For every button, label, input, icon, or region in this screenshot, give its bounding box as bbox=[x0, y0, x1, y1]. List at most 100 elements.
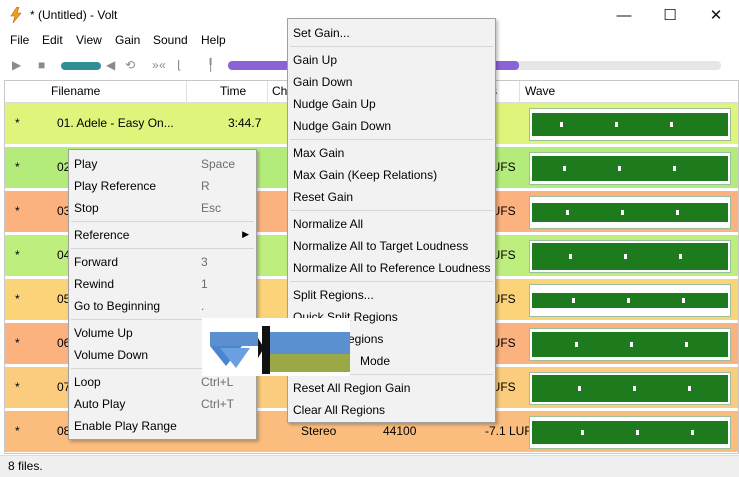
playback-menu-item-play-reference[interactable]: Play Reference R bbox=[69, 175, 256, 197]
playback-menu-item-auto-play[interactable]: Auto Play Ctrl+T bbox=[69, 393, 256, 415]
waveform-quiet-gap bbox=[618, 166, 621, 171]
gain-menu-item-nudge-gain-up[interactable]: Nudge Gain Up bbox=[288, 93, 495, 115]
playback-menu-item-forward[interactable]: Forward 3 bbox=[69, 251, 256, 273]
row-modified-mark: * bbox=[15, 336, 20, 350]
gain-menu-item-normalize-all-to-reference-loudness[interactable]: Normalize All to Reference Loudness bbox=[288, 257, 495, 279]
row-modified-mark: * bbox=[15, 116, 20, 130]
row-waveform[interactable] bbox=[529, 152, 731, 185]
row-waveform[interactable] bbox=[529, 196, 731, 229]
minimize-icon: — bbox=[616, 6, 632, 24]
row-filename: 01. Adele - Easy On... bbox=[57, 116, 174, 130]
row-waveform[interactable] bbox=[529, 108, 731, 141]
menu-item-label: Loop bbox=[74, 375, 101, 389]
row-sample-rate: 44100 bbox=[383, 424, 417, 438]
playback-menu-item-enable-play-range[interactable]: Enable Play Range bbox=[69, 415, 256, 437]
maximize-button[interactable]: ☐ bbox=[647, 0, 693, 30]
playback-menu-item-go-to-beginning[interactable]: Go to Beginning. bbox=[69, 295, 256, 317]
playback-menu-item-rewind[interactable]: Rewind 1 bbox=[69, 273, 256, 295]
column-header-filename[interactable]: Filename bbox=[51, 84, 100, 98]
menu-item-label: Stop bbox=[74, 201, 99, 215]
menu-item-label: Max Gain bbox=[293, 146, 345, 160]
row-waveform[interactable] bbox=[529, 416, 731, 449]
menu-file[interactable]: File bbox=[10, 33, 29, 47]
menu-item-label: Clear All Regions bbox=[293, 403, 386, 417]
gain-menu-item-normalize-all-to-target-loudness[interactable]: Normalize All to Target Loudness bbox=[288, 235, 495, 257]
waveform-quiet-gap bbox=[572, 298, 575, 303]
column-divider bbox=[267, 81, 268, 102]
column-header-wave[interactable]: Wave bbox=[525, 84, 555, 98]
menu-view[interactable]: View bbox=[76, 33, 102, 47]
waveform-quiet-gap bbox=[676, 210, 679, 215]
marker-icon[interactable]: ╿ bbox=[207, 58, 214, 72]
close-button[interactable]: ✕ bbox=[693, 0, 739, 30]
gain-menu-item-normalize-all[interactable]: Normalize All bbox=[288, 213, 495, 235]
menu-sound[interactable]: Sound bbox=[153, 33, 188, 47]
waveform-envelope bbox=[532, 293, 728, 308]
play-icon[interactable]: ▶ bbox=[12, 58, 21, 72]
menu-help[interactable]: Help bbox=[201, 33, 226, 47]
waveform-envelope bbox=[532, 421, 728, 444]
gain-menu-item-reset-all-region-gain[interactable]: Reset All Region Gain bbox=[288, 377, 495, 399]
row-waveform[interactable] bbox=[529, 240, 731, 273]
volt-app-icon bbox=[10, 7, 22, 23]
playback-context-menu: Play Space Play Reference R Stop Esc Reference… bbox=[68, 149, 257, 440]
stop-icon[interactable]: ■ bbox=[38, 58, 45, 72]
gain-menu-item-reset-gain[interactable]: Reset Gain bbox=[288, 186, 495, 208]
row-modified-mark: * bbox=[15, 292, 20, 306]
row-modified-mark: * bbox=[15, 424, 20, 438]
waveform-quiet-gap bbox=[566, 210, 569, 215]
waveform-envelope bbox=[532, 156, 728, 181]
waveform-quiet-gap bbox=[633, 386, 636, 391]
gain-menu-item-gain-down[interactable]: Gain Down bbox=[288, 71, 495, 93]
gain-menu-item-max-gain-keep-relations-[interactable]: Max Gain (Keep Relations) bbox=[288, 164, 495, 186]
status-text: 8 files. bbox=[8, 459, 43, 473]
gain-menu-item-max-gain[interactable]: Max Gain bbox=[288, 142, 495, 164]
waveform-quiet-gap bbox=[563, 166, 566, 171]
playback-menu-item-play[interactable]: Play Space bbox=[69, 153, 256, 175]
row-waveform[interactable] bbox=[529, 284, 731, 317]
playback-menu-item-stop[interactable]: Stop Esc bbox=[69, 197, 256, 219]
menu-separator bbox=[290, 281, 493, 282]
menu-item-shortcut: 3 bbox=[201, 255, 208, 269]
gain-menu-item-clear-all-regions[interactable]: Clear All Regions bbox=[288, 399, 495, 421]
waveform-envelope bbox=[532, 203, 728, 222]
menu-item-shortcut: Ctrl+T bbox=[201, 397, 234, 411]
maximize-icon: ☐ bbox=[663, 7, 677, 24]
status-bar bbox=[0, 455, 739, 477]
menu-item-label: Forward bbox=[74, 255, 119, 269]
playback-menu-item-reference[interactable]: Reference ▶ bbox=[69, 224, 256, 246]
menu-separator bbox=[290, 139, 493, 140]
loop-icon[interactable]: ⟲ bbox=[125, 58, 135, 72]
row-waveform[interactable] bbox=[529, 328, 731, 361]
volume-slider[interactable] bbox=[61, 62, 101, 70]
menu-gain[interactable]: Gain bbox=[115, 33, 140, 47]
window-title: * (Untitled) - Volt bbox=[30, 8, 118, 22]
gain-menu-item-set-gain-[interactable]: Set Gain... bbox=[288, 22, 495, 44]
volume-icon[interactable]: ◀ bbox=[106, 58, 115, 72]
drag-preview-image bbox=[202, 318, 350, 376]
menu-item-label: Reference bbox=[74, 228, 130, 242]
forward-icon[interactable]: » bbox=[152, 58, 159, 72]
menu-separator bbox=[290, 210, 493, 211]
waveform-quiet-gap bbox=[630, 342, 633, 347]
minimize-button[interactable]: — bbox=[601, 0, 647, 30]
menu-item-label: Play Reference bbox=[74, 179, 157, 193]
menu-edit[interactable]: Edit bbox=[42, 33, 63, 47]
menu-item-label: Gain Up bbox=[293, 53, 338, 67]
gain-menu-item-split-regions-[interactable]: Split Regions... bbox=[288, 284, 495, 306]
beginning-icon[interactable]: ⌊ bbox=[177, 58, 182, 72]
waveform-quiet-gap bbox=[615, 122, 618, 127]
gain-menu-item-gain-up[interactable]: Gain Up bbox=[288, 49, 495, 71]
waveform-quiet-gap bbox=[679, 254, 682, 259]
row-waveform[interactable] bbox=[529, 372, 731, 405]
menu-item-shortcut: 1 bbox=[201, 277, 208, 291]
menu-item-label: Normalize All bbox=[293, 217, 364, 231]
menu-item-shortcut: Esc bbox=[201, 201, 222, 215]
menu-item-label: Auto Play bbox=[74, 397, 126, 411]
gain-menu-item-nudge-gain-down[interactable]: Nudge Gain Down bbox=[288, 115, 495, 137]
waveform-quiet-gap bbox=[569, 254, 572, 259]
column-header-time[interactable]: Time bbox=[220, 84, 246, 98]
menu-item-label: Normalize All to Reference Loudness bbox=[293, 261, 491, 275]
menu-item-label: Volume Up bbox=[74, 326, 133, 340]
rewind-icon[interactable]: « bbox=[159, 58, 166, 72]
